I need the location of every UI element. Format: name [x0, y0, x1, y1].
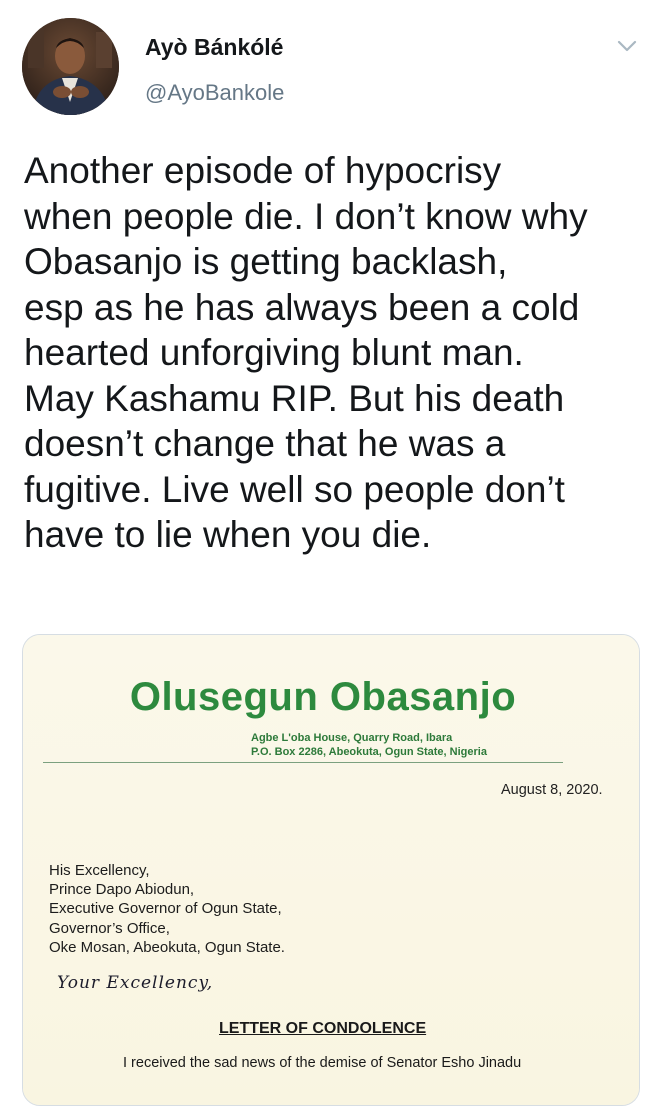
- tweet-text: Another episode of hypocrisy when people…: [24, 148, 644, 558]
- letterhead-divider: [43, 762, 563, 763]
- recipient-address: His Excellency, Prince Dapo Abiodun, Exe…: [49, 861, 285, 957]
- author-handle[interactable]: @AyoBankole: [145, 80, 284, 106]
- letterhead-address-line: P.O. Box 2286, Abeokuta, Ogun State, Nig…: [251, 746, 487, 758]
- tweet: Ayò Bánkólé @AyoBankole Another episode …: [0, 0, 660, 1106]
- tweet-text-line: Another episode of hypocrisy: [24, 150, 502, 191]
- letter-date: August 8, 2020.: [501, 782, 603, 798]
- chevron-down-icon[interactable]: [616, 38, 638, 54]
- letter-document: Olusegun Obasanjo Agbe L'oba House, Quar…: [23, 635, 639, 1105]
- handwritten-salutation: Your Excellency,: [57, 973, 214, 993]
- letterhead-address-line: Agbe L'oba House, Quarry Road, Ibara: [251, 732, 453, 744]
- letter-subject: LETTER OF CONDOLENCE: [219, 1020, 427, 1037]
- author-display-name[interactable]: Ayò Bánkólé: [145, 34, 283, 61]
- avatar[interactable]: [22, 18, 119, 115]
- recipient-line: Prince Dapo Abiodun,: [49, 881, 195, 899]
- letter-body-partial: I received the sad news of the demise of…: [123, 1055, 522, 1071]
- tweet-text-line: hearted unforgiving blunt man.: [24, 332, 524, 373]
- tweet-text-line: when people die. I don’t know why: [24, 195, 588, 237]
- recipient-line: Executive Governor of Ogun State,: [49, 900, 282, 918]
- tweet-text-line: Obasanjo is getting backlash,: [24, 241, 508, 282]
- tweet-text-line: have to lie when you die.: [24, 514, 432, 555]
- avatar-photo: [22, 18, 119, 115]
- tweet-text-line: May Kashamu RIP. But his death: [24, 377, 565, 419]
- letterhead-name: Olusegun Obasanjo: [129, 675, 517, 719]
- attached-image[interactable]: Olusegun Obasanjo Agbe L'oba House, Quar…: [22, 634, 640, 1106]
- tweet-text-line: fugitive. Live well so people don’t: [24, 468, 565, 510]
- tweet-text-line: doesn’t change that he was a: [24, 423, 506, 464]
- recipient-line: His Excellency,: [49, 862, 150, 879]
- tweet-text-line: esp as he has always been a cold: [24, 286, 580, 328]
- recipient-line: Governor’s Office,: [49, 919, 170, 937]
- recipient-line: Oke Mosan, Abeokuta, Ogun State.: [49, 938, 285, 956]
